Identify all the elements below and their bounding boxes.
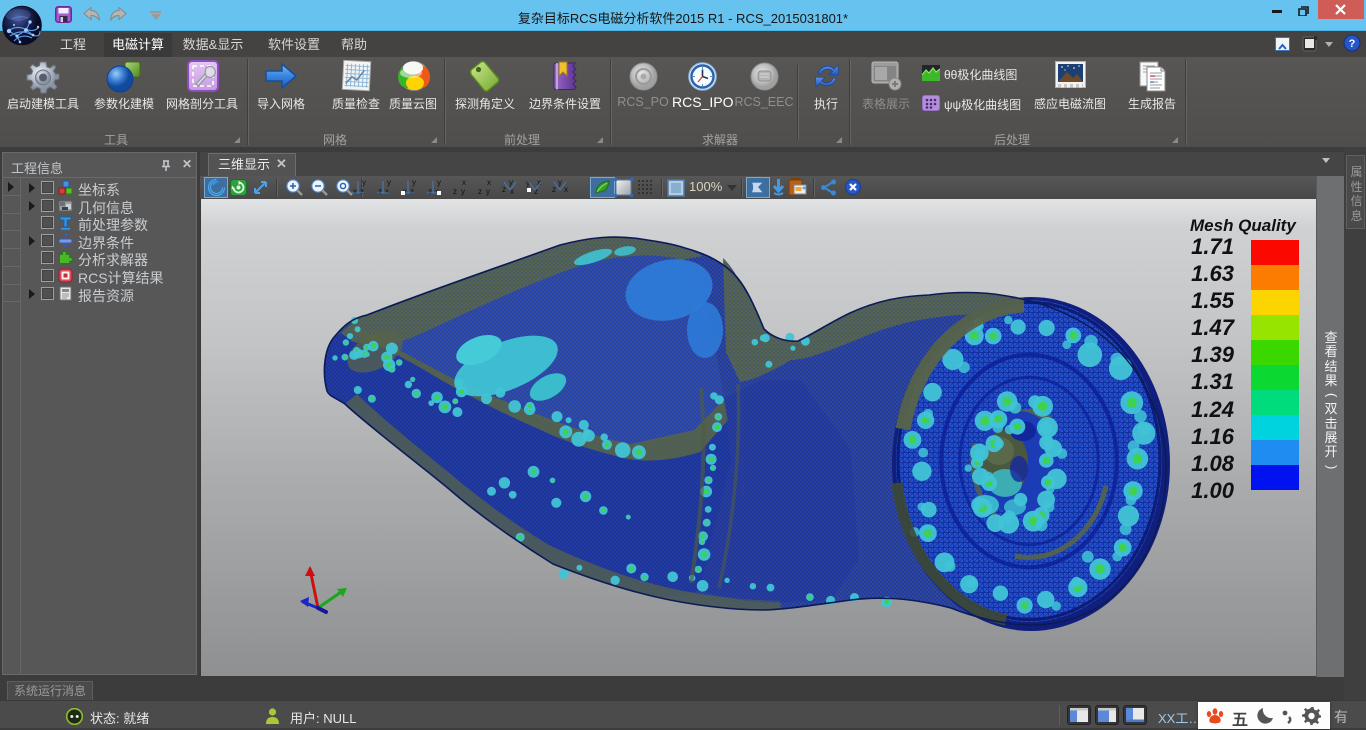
svg-text:y: y [509, 178, 513, 187]
svg-text:z: z [552, 185, 556, 194]
svg-text:y: y [526, 179, 530, 188]
svg-text:y: y [362, 178, 366, 187]
svg-text:x: x [564, 185, 568, 194]
svg-text:y: y [558, 178, 562, 187]
svg-text:x: x [462, 178, 466, 187]
svg-text:z: z [453, 187, 457, 196]
svg-text:z: z [428, 187, 432, 196]
svg-text:y: y [412, 178, 416, 187]
svg-text:z: z [478, 187, 482, 196]
svg-text:x: x [487, 178, 491, 187]
svg-text:x: x [510, 187, 514, 196]
svg-text:z: z [378, 187, 382, 196]
svg-text:x: x [353, 187, 357, 196]
svg-text:?: ? [1349, 38, 1356, 50]
svg-text:z: z [502, 185, 506, 194]
svg-text:z: z [360, 187, 364, 196]
svg-text:y: y [387, 178, 391, 187]
svg-text:y: y [437, 178, 441, 187]
svg-text:x: x [385, 187, 389, 196]
svg-text:z: z [410, 187, 414, 196]
svg-text:y: y [461, 187, 465, 196]
svg-text:y: y [486, 187, 490, 196]
